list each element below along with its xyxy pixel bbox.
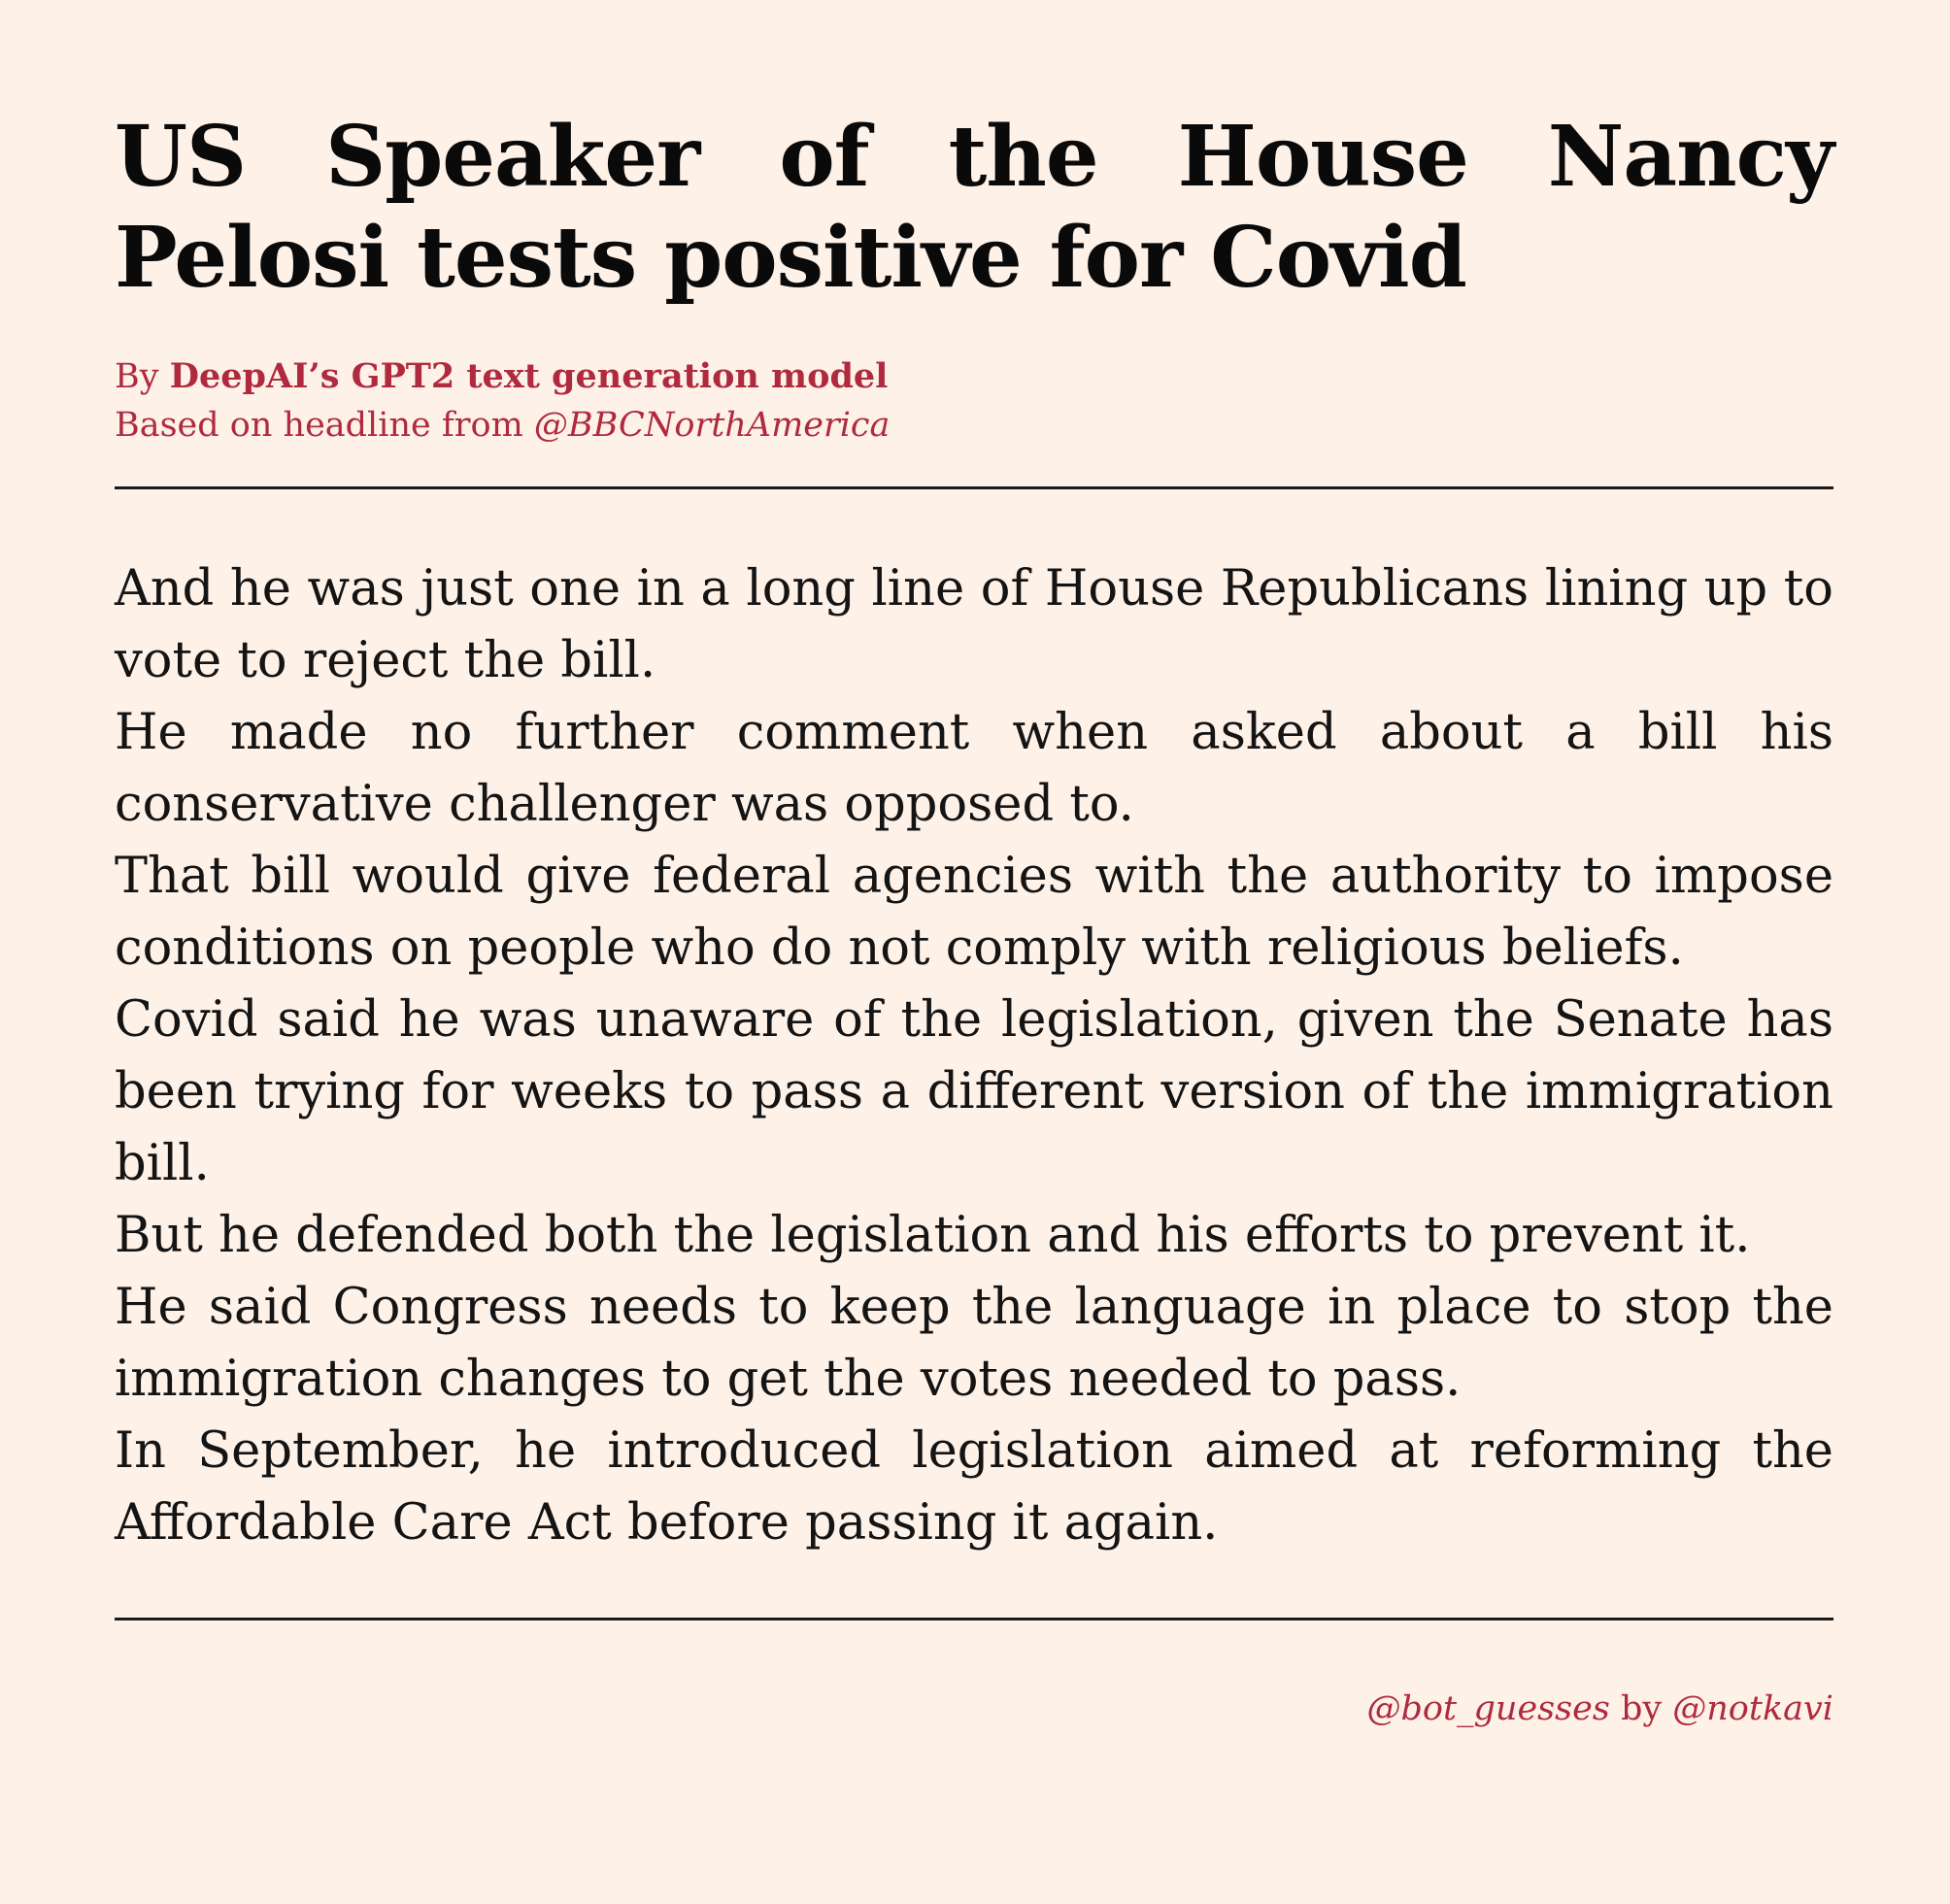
- article: US Speaker of the House Nancy Pelosi tes…: [115, 107, 1834, 1731]
- paragraph: That bill would give federal agencies wi…: [115, 848, 1833, 977]
- paragraph: And he was just one in a long line of Ho…: [115, 560, 1833, 689]
- author-name: DeepAI’s GPT2 text generation model: [169, 356, 889, 396]
- paragraph: Covid said he was unaware of the legisla…: [115, 991, 1833, 1192]
- bot-handle[interactable]: @bot_guesses: [1366, 1689, 1609, 1728]
- headline: US Speaker of the House Nancy Pelosi tes…: [115, 108, 1834, 307]
- paragraph: But he defended both the legislation and…: [115, 1207, 1751, 1264]
- article-body: And he was just one in a long line of Ho…: [115, 553, 1833, 1559]
- paragraph: In September, he introduced legislation …: [115, 1422, 1833, 1552]
- top-divider: [115, 486, 1833, 489]
- author-line: By DeepAI’s GPT2 text generation model: [115, 352, 1833, 401]
- paragraph: He made no further comment when asked ab…: [115, 704, 1833, 833]
- byline-prefix: By: [115, 357, 159, 396]
- bottom-divider: [115, 1618, 1833, 1620]
- byline: By DeepAI’s GPT2 text generation model B…: [115, 352, 1833, 450]
- paragraph: He said Congress needs to keep the langu…: [115, 1279, 1833, 1408]
- creator-handle[interactable]: @notkavi: [1672, 1689, 1833, 1728]
- footer-credit: @bot_guesses by @notkavi: [115, 1687, 1833, 1731]
- source-handle[interactable]: @BBCNorthAmerica: [534, 406, 890, 445]
- source-line: Based on headline from @BBCNorthAmerica: [115, 401, 1833, 450]
- source-prefix: Based on headline from: [115, 406, 523, 445]
- footer-by: by: [1620, 1689, 1663, 1728]
